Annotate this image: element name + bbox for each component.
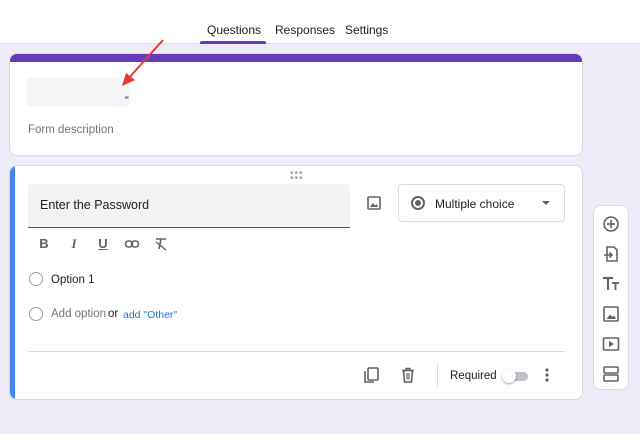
footer-divider bbox=[28, 351, 565, 352]
form-description-field[interactable]: Form description bbox=[28, 124, 114, 136]
side-toolbar bbox=[593, 205, 629, 390]
add-other-link[interactable]: add "Other" bbox=[123, 309, 177, 321]
toggle-knob bbox=[502, 369, 516, 383]
top-bar: Questions Responses Settings bbox=[0, 0, 640, 44]
link-icon[interactable] bbox=[124, 236, 140, 252]
question-title-text: Enter the Password bbox=[40, 198, 150, 212]
question-title-input[interactable]: Enter the Password bbox=[28, 184, 350, 228]
question-type-dropdown[interactable]: Multiple choice bbox=[398, 184, 565, 222]
trash-icon[interactable] bbox=[399, 366, 417, 384]
add-option-button[interactable]: Add option bbox=[51, 308, 106, 320]
tab-responses[interactable]: Responses bbox=[275, 23, 335, 37]
required-toggle[interactable] bbox=[502, 369, 530, 383]
drag-handle-icon[interactable]: ••• ••• bbox=[290, 169, 304, 184]
required-label: Required bbox=[450, 370, 497, 382]
question-type-label: Multiple choice bbox=[435, 197, 515, 211]
add-video-icon[interactable] bbox=[601, 334, 621, 354]
bold-icon[interactable]: B bbox=[36, 236, 52, 252]
chevron-down-icon bbox=[542, 201, 550, 205]
duplicate-icon[interactable] bbox=[362, 366, 380, 384]
tab-questions[interactable]: Questions bbox=[207, 23, 261, 37]
form-title-field[interactable]: ▪▪ bbox=[26, 78, 130, 106]
clear-format-icon[interactable] bbox=[153, 236, 169, 252]
radio-button-checked-icon bbox=[411, 196, 425, 210]
italic-icon[interactable]: I bbox=[66, 236, 82, 252]
add-image-icon[interactable] bbox=[601, 304, 621, 324]
add-option-radio-icon bbox=[29, 307, 43, 321]
underline-icon[interactable]: U bbox=[95, 236, 111, 252]
form-header-card: ▪▪ Form description bbox=[9, 53, 583, 156]
more-vert-icon[interactable] bbox=[538, 366, 556, 384]
add-question-icon[interactable] bbox=[601, 214, 621, 234]
question-card[interactable]: ••• ••• Enter the Password Multiple choic… bbox=[9, 165, 583, 400]
option-radio-icon bbox=[29, 272, 43, 286]
active-tab-indicator bbox=[200, 41, 266, 44]
active-question-indicator bbox=[10, 166, 15, 399]
form-title-blur-marks: ▪▪ bbox=[124, 93, 129, 102]
option-1-label[interactable]: Option 1 bbox=[51, 274, 94, 286]
tab-settings[interactable]: Settings bbox=[345, 23, 388, 37]
import-questions-icon[interactable] bbox=[601, 244, 621, 264]
or-text: or bbox=[108, 308, 119, 320]
title-text-icon[interactable] bbox=[601, 274, 621, 294]
header-accent-bar bbox=[10, 54, 582, 62]
footer-separator bbox=[437, 363, 438, 387]
image-icon[interactable] bbox=[364, 193, 384, 213]
add-section-icon[interactable] bbox=[601, 364, 621, 384]
